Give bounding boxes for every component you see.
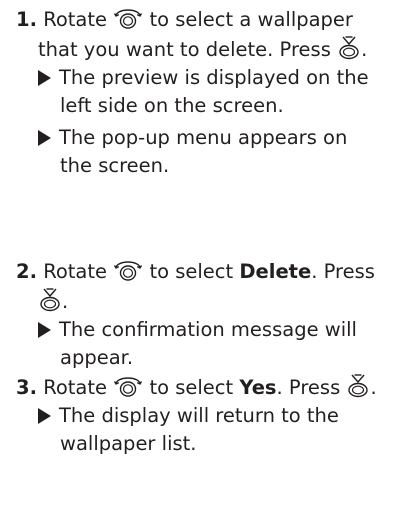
step-number: 3. — [16, 376, 37, 399]
menu-item-name: Delete — [239, 260, 312, 283]
step-text: that you want to delete. Press — [38, 38, 331, 61]
arrow-right-icon — [38, 322, 51, 338]
step-text: . Press — [311, 260, 375, 283]
step-text: to select — [149, 260, 234, 283]
step-number: 1. — [16, 8, 37, 31]
step-2: 2. Rotate to select Delete. Press . — [16, 258, 386, 316]
menu-item-name: Yes — [239, 376, 277, 399]
rotate-dial-icon — [113, 374, 143, 398]
press-dial-icon — [38, 286, 62, 312]
step-text: . — [62, 290, 69, 313]
manual-page: 1. Rotate to select a wallpaper that you… — [0, 0, 395, 518]
note-text: left side on the screen. — [60, 94, 284, 117]
note-text: appear. — [60, 346, 134, 369]
step-text: Rotate — [43, 8, 108, 31]
note-text: the screen. — [60, 154, 170, 177]
note-text: wallpaper list. — [60, 432, 197, 455]
step-3-note-1: The display will return to the wallpaper… — [38, 402, 388, 458]
step-text: to select a wallpaper — [149, 8, 353, 31]
step-text: . — [370, 376, 377, 399]
note-text: The confirmation message will — [59, 318, 357, 341]
step-1-note-2: The pop-up menu appears on the screen. — [38, 124, 388, 180]
step-text: . Press — [276, 376, 341, 399]
step-text: to select — [149, 376, 234, 399]
arrow-right-icon — [38, 130, 51, 146]
step-text: Rotate — [43, 376, 108, 399]
note-text: The pop-up menu appears on — [59, 126, 348, 149]
step-2-note-1: The confirmation message will appear. — [38, 316, 388, 372]
step-1-note-1: The preview is displayed on the left sid… — [38, 64, 388, 120]
step-text: Rotate — [43, 260, 108, 283]
arrow-right-icon — [38, 408, 51, 424]
rotate-dial-icon — [113, 6, 143, 30]
step-number: 2. — [16, 260, 37, 283]
step-text: . — [361, 38, 368, 61]
step-3: 3. Rotate to select Yes. Press . — [16, 372, 386, 402]
note-text: The preview is displayed on the — [59, 66, 369, 89]
arrow-right-icon — [38, 70, 51, 86]
rotate-dial-icon — [113, 258, 143, 282]
note-text: The display will return to the — [59, 404, 339, 427]
step-1: 1. Rotate to select a wallpaper that you… — [16, 6, 386, 64]
press-dial-icon — [346, 372, 370, 398]
press-dial-icon — [337, 34, 361, 60]
